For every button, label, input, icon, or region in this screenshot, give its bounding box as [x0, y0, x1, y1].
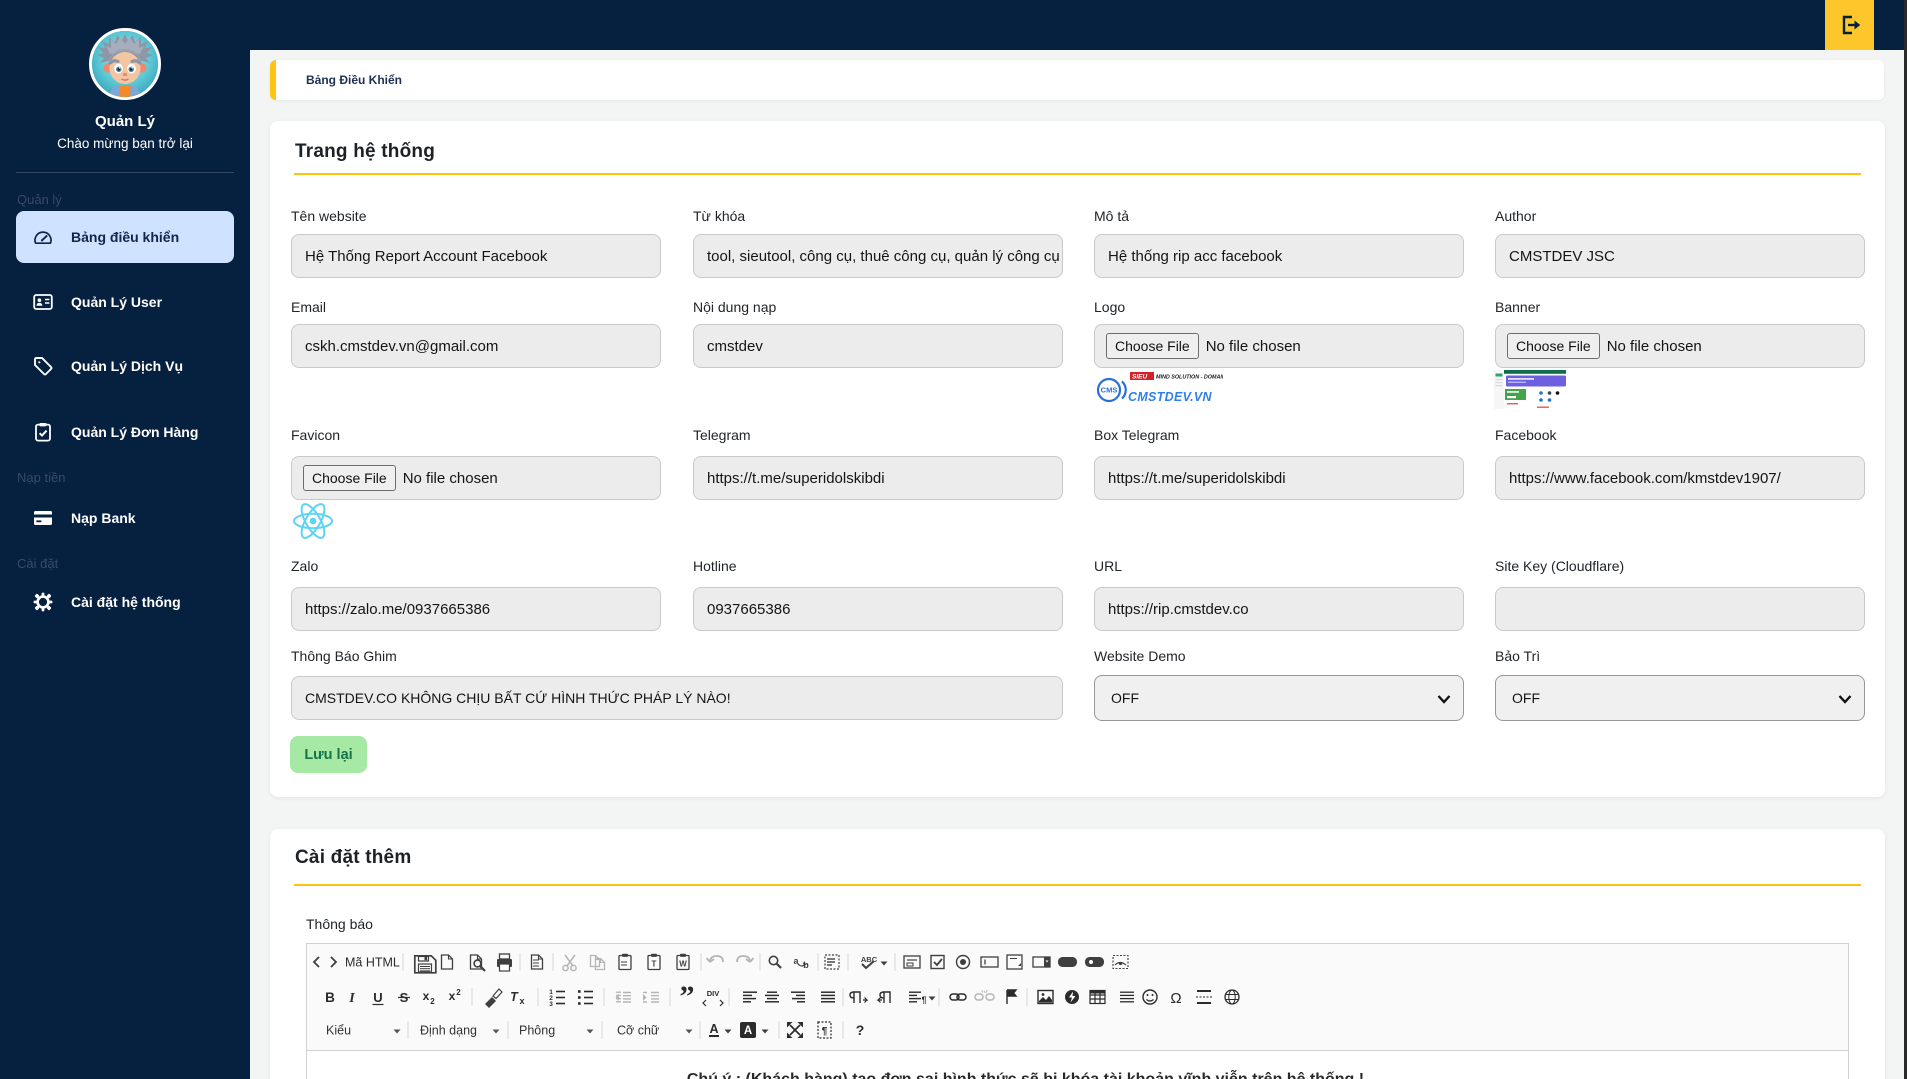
svg-text:x: x	[423, 989, 430, 1003]
svg-text:Kiểu: Kiểu	[326, 1024, 351, 1038]
svg-text:Phông: Phông	[519, 1024, 555, 1038]
svg-text:A: A	[744, 1025, 752, 1037]
svg-text:SIEU: SIEU	[1132, 374, 1147, 381]
svg-text:U: U	[373, 990, 382, 1005]
svg-text:B: B	[325, 990, 335, 1005]
svg-text:DIV: DIV	[707, 989, 720, 998]
svg-text:T: T	[510, 990, 519, 1004]
svg-text:Ω: Ω	[1170, 990, 1181, 1007]
svg-text:CMSTDEV.VN: CMSTDEV.VN	[1128, 390, 1212, 404]
svg-text:¶: ¶	[921, 995, 926, 1005]
svg-text:2: 2	[430, 997, 435, 1006]
svg-text:¶: ¶	[822, 1026, 828, 1037]
svg-text:ABC: ABC	[861, 955, 878, 964]
svg-text:2: 2	[456, 988, 461, 997]
svg-text:MIND SOLUTION - DOMAIN: MIND SOLUTION - DOMAIN	[1156, 375, 1223, 381]
svg-text:W: W	[679, 960, 687, 969]
svg-text:T: T	[652, 960, 657, 969]
svg-text:x: x	[519, 996, 524, 1006]
svg-text:?: ?	[856, 1022, 865, 1038]
svg-text:”: ”	[680, 980, 695, 1013]
svg-text:I: I	[348, 991, 355, 1006]
svg-text:CMS: CMS	[1101, 386, 1118, 395]
svg-text:Cỡ chữ: Cỡ chữ	[617, 1024, 659, 1038]
svg-text:Định dạng: Định dạng	[420, 1024, 477, 1038]
svg-text:Mã HTML: Mã HTML	[345, 956, 400, 970]
svg-text:x: x	[449, 989, 456, 1003]
svg-text:A: A	[709, 1022, 718, 1036]
svg-text:3: 3	[549, 1001, 553, 1008]
